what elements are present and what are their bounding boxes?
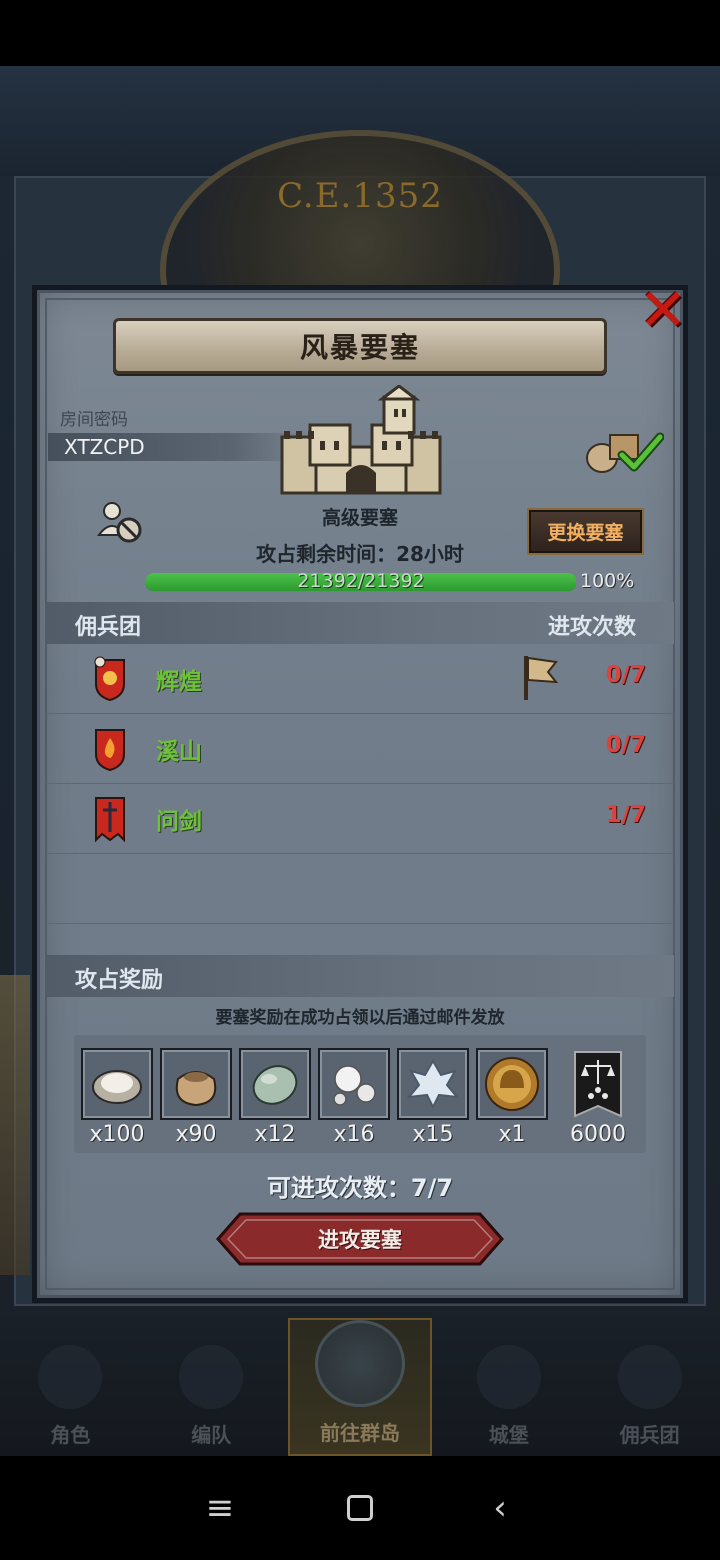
fortress-hp-text: 21392/21392	[297, 570, 425, 592]
change-fortress-label: 更换要塞	[547, 522, 624, 544]
globe-icon	[314, 1320, 405, 1407]
flag-icon	[524, 656, 558, 700]
attack-fortress-button[interactable]: 进攻要塞	[216, 1212, 504, 1266]
guild-row[interactable]: 溪山 0/7	[46, 714, 674, 784]
guild-row[interactable]: 问剑 1/7	[46, 784, 674, 854]
reward-item[interactable]: x16	[318, 1048, 390, 1147]
guild-name: 溪山	[156, 739, 202, 765]
reward-quantity: x100	[89, 1122, 145, 1147]
sword-banner-icon	[95, 797, 125, 842]
mercenary-header-label: 佣兵团	[75, 615, 142, 640]
guild-attack-count: 1/7	[605, 802, 646, 828]
title-plate: 风暴要塞	[113, 318, 607, 374]
room-code: XTZCPD	[64, 435, 145, 459]
nav-item-islands[interactable]: 前往群岛	[287, 1318, 433, 1456]
attacks-header-label: 进攻次数	[548, 615, 637, 640]
reward-quantity: x15	[412, 1122, 454, 1147]
castle-icon	[280, 385, 442, 495]
reward-item[interactable]: x12	[239, 1048, 311, 1147]
castle-icon	[476, 1345, 541, 1409]
reward-quantity: x16	[333, 1122, 375, 1147]
ship-icon	[617, 1345, 682, 1409]
nav-label: 城堡	[488, 1423, 529, 1447]
back-icon[interactable]: ‹	[470, 1488, 530, 1528]
helmet-medal-icon	[485, 1057, 539, 1111]
guild-name: 辉煌	[156, 669, 202, 695]
nav-label: 角色	[50, 1423, 91, 1447]
reward-item[interactable]: 6000	[562, 1048, 634, 1147]
menu-icon[interactable]: ≡	[190, 1488, 250, 1528]
guild-attack-count: 0/7	[605, 662, 646, 688]
available-attacks: 可进攻次数：7/7	[266, 1174, 454, 1202]
nav-item-mercenary[interactable]: 佣兵团	[579, 1318, 720, 1456]
empty-guild-row	[46, 854, 674, 924]
reward-quantity: x12	[254, 1122, 296, 1147]
supply-check-icon[interactable]	[584, 425, 664, 475]
reward-item[interactable]: x100	[81, 1048, 153, 1147]
change-fortress-button[interactable]: 更换要塞	[527, 508, 644, 555]
sack-icon	[175, 1071, 217, 1107]
reward-item[interactable]: x15	[397, 1048, 469, 1147]
justice-banner-icon	[574, 1051, 622, 1118]
pearl-icon	[333, 1065, 376, 1106]
system-navigation-bar: ≡ ‹	[0, 1456, 720, 1560]
no-entry-person-icon[interactable]	[96, 499, 146, 545]
attack-fortress-label: 进攻要塞	[318, 1228, 402, 1252]
dialog-title: 风暴要塞	[299, 331, 420, 364]
reward-quantity: x1	[498, 1122, 526, 1147]
nav-label: 编队	[191, 1423, 232, 1447]
bottom-navigation: 角色 编队 前往群岛 城堡 佣兵团	[0, 1318, 720, 1456]
home-icon[interactable]	[330, 1495, 390, 1521]
fortress-hp-percent: 100%	[580, 570, 635, 592]
nav-item-character[interactable]: 角色	[0, 1318, 141, 1456]
reward-quantity: 6000	[570, 1122, 626, 1147]
nav-item-formation[interactable]: 编队	[141, 1318, 282, 1456]
stone-icon	[252, 1065, 298, 1105]
nav-label: 前往群岛	[319, 1421, 400, 1445]
sun-shield-icon	[94, 656, 125, 702]
status-bar	[0, 0, 720, 66]
room-password-label: 房间密码	[60, 410, 128, 430]
reward-header-label: 攻占奖励	[75, 968, 164, 993]
reward-item[interactable]: x90	[160, 1048, 232, 1147]
knight-icon	[38, 1345, 103, 1409]
close-icon: ✕	[638, 276, 688, 344]
era-text: C.E.1352	[277, 176, 443, 216]
nav-label: 佣兵团	[619, 1423, 680, 1447]
guild-row[interactable]: 辉煌 0/7	[46, 644, 674, 714]
guild-name: 问剑	[156, 809, 202, 835]
oyster-icon	[92, 1070, 142, 1104]
guild-attack-count: 0/7	[605, 732, 646, 758]
nav-item-castle[interactable]: 城堡	[438, 1318, 579, 1456]
close-button[interactable]: ✕	[636, 276, 690, 344]
fire-shield-icon	[95, 729, 125, 772]
reward-item[interactable]: x1	[476, 1048, 548, 1147]
helmet-icon	[179, 1345, 244, 1409]
reward-quantity: x90	[175, 1122, 217, 1147]
reward-note: 要塞奖励在成功占领以后通过邮件发放	[215, 1008, 505, 1028]
crystal-icon	[406, 1059, 460, 1109]
